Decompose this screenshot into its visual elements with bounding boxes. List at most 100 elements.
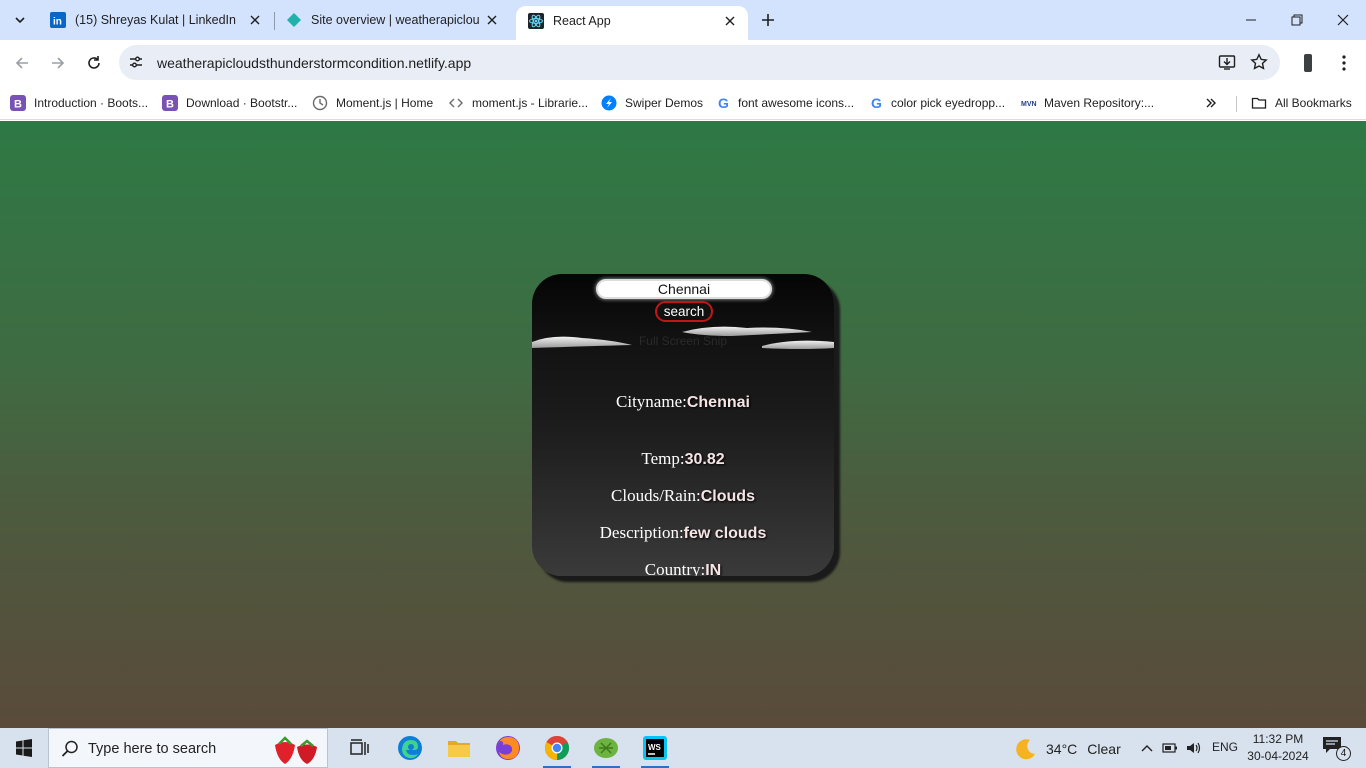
bookmark-item[interactable]: B Download · Bootstr... <box>162 92 297 114</box>
field-label: Description: <box>599 523 684 542</box>
close-icon[interactable] <box>722 13 738 29</box>
bookmark-item[interactable]: B Introduction · Boots... <box>10 92 148 114</box>
tab-title: (15) Shreyas Kulat | LinkedIn <box>75 13 236 27</box>
more-bookmarks-button[interactable] <box>1200 92 1222 114</box>
plus-icon <box>762 14 774 26</box>
svg-text:G: G <box>871 95 882 111</box>
svg-text:WS: WS <box>648 743 662 752</box>
install-app-icon[interactable] <box>1218 53 1236 71</box>
webstorm-app[interactable]: WS <box>631 728 679 768</box>
bookmark-item[interactable]: moment.js - Librarie... <box>448 92 588 114</box>
taskbar-search[interactable]: Type here to search <box>48 728 328 768</box>
windows-taskbar: Type here to search WS 34°C Clear ENG 11… <box>0 728 1366 768</box>
all-bookmarks-button[interactable]: All Bookmarks <box>1251 92 1352 114</box>
task-view-button[interactable] <box>336 728 384 768</box>
svg-text:MVN: MVN <box>1021 101 1037 108</box>
google-icon: G <box>869 95 885 111</box>
new-tab-button[interactable] <box>756 8 780 32</box>
linkedin-icon: in <box>50 12 66 28</box>
restore-icon <box>1291 14 1303 26</box>
strawberry-icon <box>271 733 323 765</box>
close-icon[interactable] <box>247 12 263 28</box>
profile-avatar[interactable] <box>1298 53 1318 73</box>
language-indicator[interactable]: ENG <box>1212 740 1238 754</box>
bookmark-label: color pick eyedropp... <box>891 96 1006 110</box>
folder-icon <box>448 741 470 757</box>
bookmark-label: Download · Bootstr... <box>186 96 298 110</box>
tab-react-app[interactable]: React App <box>516 6 748 40</box>
maven-icon: MVN <box>1021 95 1037 111</box>
moon-icon <box>1016 739 1035 760</box>
all-bookmarks-label: All Bookmarks <box>1275 96 1352 110</box>
bootstrap-icon: B <box>162 95 178 111</box>
bookmark-item[interactable]: Swiper Demos <box>601 92 703 114</box>
search-icon <box>61 740 79 758</box>
webstorm-icon: WS <box>643 736 667 760</box>
battery-icon[interactable] <box>1162 740 1178 756</box>
weather-temp: 34°C <box>1046 741 1078 757</box>
field-value: Clouds <box>700 488 755 505</box>
weather-card: search Full Screen Snip Cityname:Chennai… <box>532 274 834 576</box>
forward-button[interactable] <box>44 49 72 77</box>
spring-tool-app[interactable] <box>582 728 630 768</box>
back-button[interactable] <box>8 49 36 77</box>
bookmark-item[interactable]: MVN Maven Repository:... <box>1021 92 1154 114</box>
field-value: few clouds <box>683 525 767 542</box>
bookmark-label: Maven Repository:... <box>1044 96 1155 110</box>
tab-search-button[interactable] <box>6 6 34 34</box>
tab-linkedin[interactable]: in (15) Shreyas Kulat | LinkedIn <box>38 0 273 40</box>
arrow-right-icon <box>52 57 65 69</box>
notifications-button[interactable]: 4 <box>1322 736 1351 761</box>
svg-text:B: B <box>14 99 22 111</box>
tab-strip: in (15) Shreyas Kulat | LinkedIn Site ov… <box>0 0 1366 40</box>
edge-icon <box>398 736 422 760</box>
more-vertical-icon <box>1342 55 1346 71</box>
site-info-icon[interactable] <box>128 54 144 70</box>
restore-button[interactable] <box>1274 0 1320 40</box>
svg-text:G: G <box>718 95 729 111</box>
chevron-up-icon <box>1141 745 1153 752</box>
bookmark-item[interactable]: Moment.js | Home <box>312 92 433 114</box>
tab-netlify[interactable]: Site overview | weatherapicloud <box>274 0 510 40</box>
field-label: Country: <box>644 560 706 576</box>
google-icon: G <box>716 95 732 111</box>
bookmarks-divider <box>1236 96 1237 112</box>
address-bar[interactable]: weatherapicloudsthunderstormcondition.ne… <box>119 45 1280 80</box>
swiper-icon <box>601 95 617 111</box>
show-hidden-icons-button[interactable] <box>1139 740 1155 756</box>
country-row: Country:IN <box>532 560 834 576</box>
city-input[interactable] <box>596 279 772 299</box>
description-row: Description:few clouds <box>532 523 834 543</box>
netlify-icon <box>286 12 302 28</box>
bookmark-label: moment.js - Librarie... <box>472 96 589 110</box>
reload-button[interactable] <box>80 49 108 77</box>
field-label: Temp: <box>641 449 685 468</box>
browser-menu-button[interactable] <box>1334 53 1354 73</box>
weather-widget[interactable]: 34°C Clear <box>1014 737 1121 761</box>
field-label: Clouds/Rain: <box>611 486 701 505</box>
edge-app[interactable] <box>386 728 434 768</box>
bookmark-item[interactable]: G color pick eyedropp... <box>869 92 1005 114</box>
clock-time: 11:32 PM <box>1252 732 1304 746</box>
image-alt-text: Full Screen Snip <box>638 334 728 348</box>
chrome-app[interactable] <box>533 728 581 768</box>
search-button[interactable]: search <box>655 301 713 322</box>
field-label: Cityname: <box>616 392 687 411</box>
field-value: 30.82 <box>684 451 725 468</box>
firefox-app[interactable] <box>484 728 532 768</box>
minimize-button[interactable] <box>1228 0 1274 40</box>
react-icon <box>528 13 544 29</box>
bookmark-star-icon[interactable] <box>1250 53 1268 71</box>
clock[interactable]: 11:32 PM 30-04-2024 <box>1246 731 1310 765</box>
start-button[interactable] <box>0 728 48 768</box>
clock-date: 30-04-2024 <box>1247 749 1309 763</box>
file-explorer-app[interactable] <box>435 728 483 768</box>
bookmark-label: font awesome icons... <box>738 96 855 110</box>
volume-icon[interactable] <box>1186 740 1202 756</box>
close-icon[interactable] <box>484 12 500 28</box>
bookmark-item[interactable]: G font awesome icons... <box>716 92 854 114</box>
minimize-icon <box>1246 19 1256 21</box>
bookmark-label: Swiper Demos <box>625 96 704 110</box>
close-window-button[interactable] <box>1320 0 1366 40</box>
bookmarks-bar: B Introduction · Boots... B Download · B… <box>0 85 1366 120</box>
